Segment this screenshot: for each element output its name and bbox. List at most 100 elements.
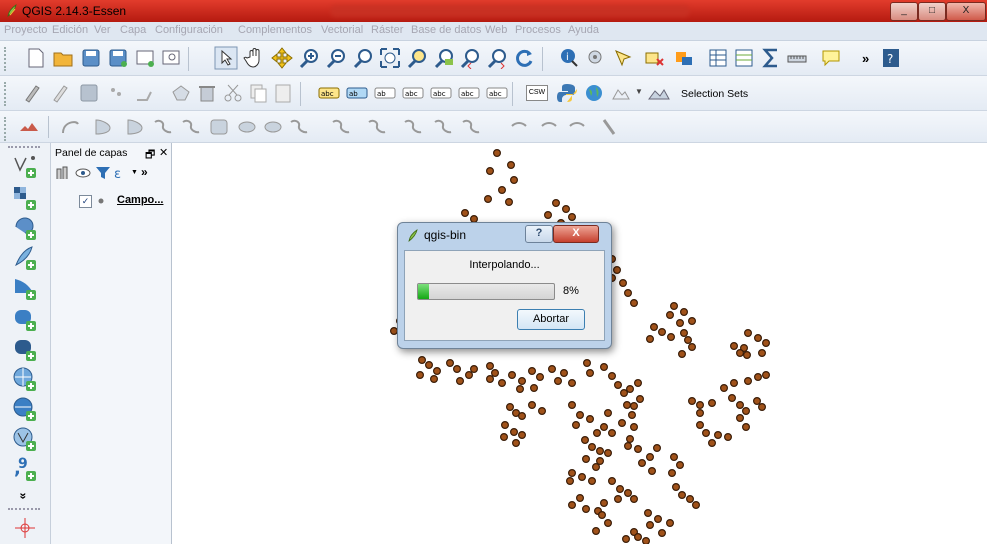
menu-ayuda[interactable]: Ayuda <box>568 24 599 36</box>
zoom-full-icon[interactable] <box>379 47 401 69</box>
label-rotate-icon[interactable]: abc <box>458 82 480 104</box>
select-by-value-icon[interactable] <box>673 47 695 69</box>
simplify-feature-icon[interactable] <box>92 116 114 138</box>
add-oracle-layer-icon[interactable] <box>12 306 38 332</box>
touch-zoom-pan-icon[interactable] <box>214 46 238 70</box>
close-panel-button[interactable]: ✕ <box>159 146 168 159</box>
label-properties-icon[interactable]: abc <box>486 82 508 104</box>
current-edits-icon[interactable] <box>22 82 44 104</box>
delete-part-icon[interactable] <box>236 116 258 138</box>
zoom-next-icon[interactable] <box>486 47 508 69</box>
layer-labeling-icon[interactable]: abc <box>318 82 340 104</box>
globe-plugin-icon[interactable] <box>583 82 605 104</box>
select-features-icon[interactable] <box>612 47 634 69</box>
composer-manager-icon[interactable] <box>160 47 182 69</box>
delete-selected-icon[interactable] <box>196 82 218 104</box>
python-console-icon[interactable] <box>556 82 578 104</box>
dialog-help-button[interactable]: ? <box>525 225 553 243</box>
add-wfs-layer-icon[interactable] <box>12 426 38 452</box>
paste-features-icon[interactable] <box>272 82 294 104</box>
menu-base-de-datos[interactable]: Base de datos <box>411 24 481 36</box>
layer-name[interactable]: Campo... <box>117 194 163 206</box>
reshape-icon[interactable] <box>262 116 284 138</box>
add-ring-icon[interactable] <box>124 116 146 138</box>
rotate-point-symbols-icon[interactable] <box>460 116 482 138</box>
copy-features-icon[interactable] <box>247 82 269 104</box>
menu-capa[interactable]: Capa <box>120 24 146 36</box>
offset-point-symbol-icon[interactable] <box>538 116 560 138</box>
menu-ver[interactable]: Ver <box>94 24 111 36</box>
undock-panel-button[interactable]: 🗗 <box>145 146 155 165</box>
add-wms-layer-icon[interactable] <box>12 366 38 392</box>
manage-visibility-icon[interactable] <box>75 165 91 181</box>
filter-legend-icon[interactable] <box>95 165 111 181</box>
menu-configuracion[interactable]: Configuración <box>155 24 223 36</box>
menu-raster[interactable]: Ráster <box>371 24 403 36</box>
label-pin-icon[interactable]: ab <box>346 82 368 104</box>
help-icon[interactable]: ? <box>880 47 902 69</box>
cut-features-icon[interactable] <box>222 82 244 104</box>
menu-vectorial[interactable]: Vectorial <box>321 24 363 36</box>
dropdown-arrow-icon[interactable]: ▼ <box>635 87 643 96</box>
close-button[interactable]: X <box>946 2 986 21</box>
selection-sets-label[interactable]: Selection Sets <box>681 88 748 100</box>
field-calculator-icon[interactable] <box>733 47 755 69</box>
add-db2-layer-icon[interactable] <box>12 336 38 362</box>
identify-features-icon[interactable]: i <box>558 47 580 69</box>
add-postgis-layer-icon[interactable] <box>12 215 38 241</box>
new-project-icon[interactable] <box>25 47 47 69</box>
node-tool-icon[interactable] <box>170 82 192 104</box>
layers-toolbar-overflow[interactable]: » <box>141 165 148 179</box>
label-move-icon[interactable]: abc <box>430 82 452 104</box>
merge-attributes-icon[interactable] <box>432 116 454 138</box>
zoom-to-layer-icon[interactable] <box>433 47 455 69</box>
add-circular-string-icon[interactable] <box>60 116 82 138</box>
zoom-to-selection-icon[interactable] <box>406 47 428 69</box>
filter-expression-icon[interactable]: ε <box>113 165 129 181</box>
toggle-editing-icon[interactable] <box>50 82 72 104</box>
add-wcs-layer-icon[interactable] <box>12 396 38 422</box>
statistical-summary-icon[interactable] <box>760 47 782 69</box>
add-delimited-text-layer-icon[interactable]: ,9 <box>12 456 38 482</box>
open-layer-styling-icon[interactable] <box>55 165 71 181</box>
new-print-composer-icon[interactable] <box>134 47 156 69</box>
save-layer-edits-icon[interactable] <box>78 82 100 104</box>
terrain-profile-icon[interactable] <box>648 82 670 104</box>
add-spatialite-layer-icon[interactable] <box>12 245 38 271</box>
add-mssql-layer-icon[interactable] <box>12 275 38 301</box>
rotate-feature-icon[interactable] <box>508 116 530 138</box>
deselect-icon[interactable] <box>643 47 665 69</box>
minimize-button[interactable]: _ <box>890 2 918 21</box>
add-part-icon[interactable] <box>152 116 174 138</box>
dialog-close-button[interactable]: X <box>553 225 599 243</box>
menu-edicion[interactable]: Edición <box>52 24 88 36</box>
menu-web[interactable]: Web <box>485 24 507 36</box>
csw-button[interactable]: CSW <box>526 85 548 101</box>
zoom-last-icon[interactable] <box>459 47 481 69</box>
add-vector-layer-icon[interactable] <box>12 153 38 179</box>
delete-ring-icon[interactable] <box>208 116 230 138</box>
label-highlight-icon[interactable]: ab <box>374 82 396 104</box>
feature-style-icon[interactable] <box>598 116 620 138</box>
move-feature-icon[interactable] <box>133 82 155 104</box>
save-as-icon[interactable] <box>107 47 129 69</box>
menu-complementos[interactable]: Complementos <box>238 24 312 36</box>
terrain-tool-icon[interactable] <box>19 116 41 138</box>
save-project-icon[interactable] <box>80 47 102 69</box>
coordinate-capture-icon[interactable] <box>14 517 36 539</box>
open-project-icon[interactable] <box>52 47 74 69</box>
run-feature-action-icon[interactable] <box>585 47 607 69</box>
offset-curve-icon[interactable] <box>288 116 310 138</box>
menu-procesos[interactable]: Procesos <box>515 24 561 36</box>
label-show-hide-icon[interactable]: abc <box>402 82 424 104</box>
add-raster-layer-icon[interactable] <box>12 185 38 211</box>
split-parts-icon[interactable] <box>366 116 388 138</box>
georeferencer-icon[interactable] <box>610 82 632 104</box>
toolbar-overflow-button[interactable]: » <box>862 51 869 66</box>
maximize-button[interactable]: □ <box>918 2 946 21</box>
pan-map-icon[interactable] <box>243 47 265 69</box>
add-feature-icon[interactable] <box>105 82 127 104</box>
layer-row[interactable]: ✓ Campo... <box>79 193 171 209</box>
zoom-in-icon[interactable] <box>298 47 320 69</box>
abort-button[interactable]: Abortar <box>517 309 585 330</box>
